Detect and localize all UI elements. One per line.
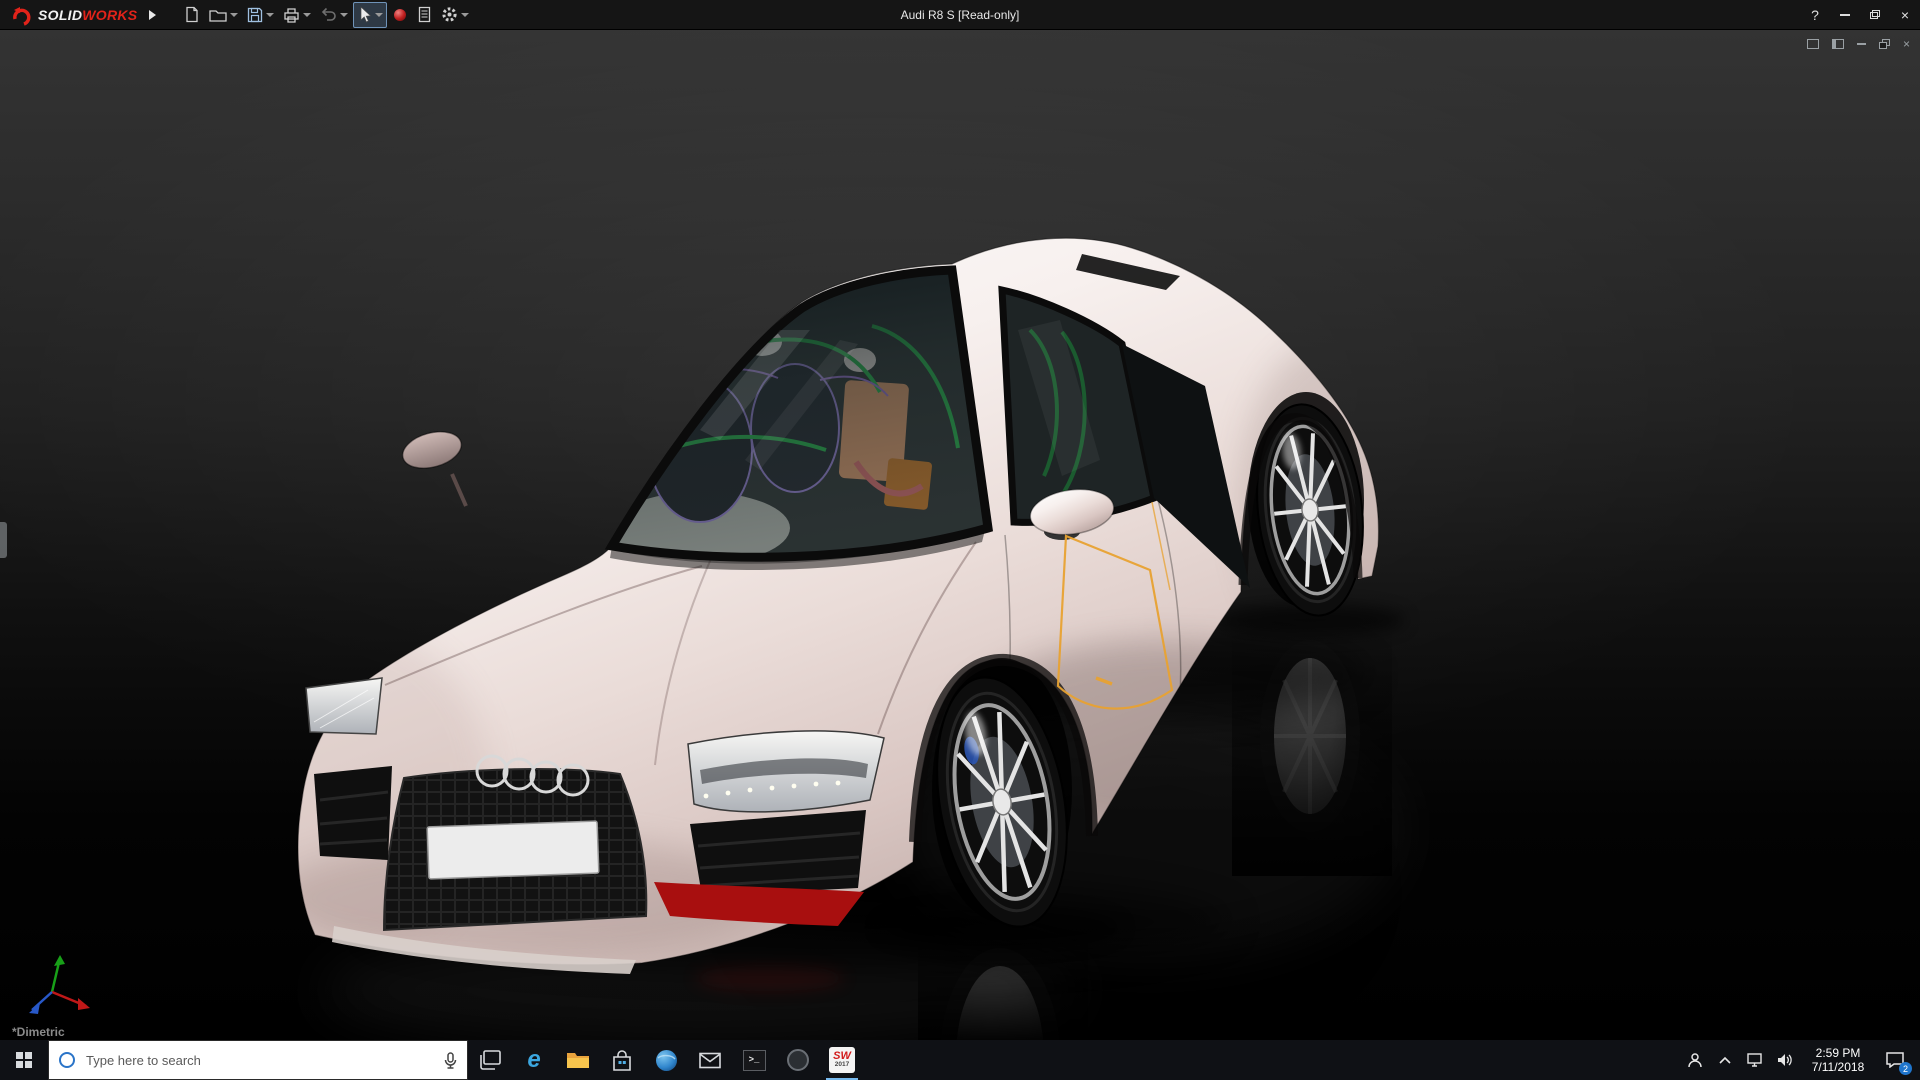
clock-date: 7/11/2018 [1812,1060,1865,1074]
orientation-triad [29,955,90,1014]
save-icon [247,7,263,23]
clock-time: 2:59 PM [1812,1046,1865,1060]
graphics-viewport[interactable]: × *Dimetric [0,30,1920,1040]
right-intake [690,810,866,896]
browser-button[interactable] [644,1040,688,1080]
3d-model-audi-r8[interactable] [0,30,1920,1040]
chevron-down-icon [303,13,311,17]
store-icon [612,1050,632,1071]
feature-manager-collapsed-tab[interactable] [0,522,7,558]
solidworks-2017-icon: SW 2017 [829,1047,855,1073]
help-button[interactable]: ? [1800,0,1830,30]
save-button[interactable] [243,2,278,28]
minimize-icon [1857,43,1866,45]
doc-minimize-button[interactable] [1857,36,1866,52]
split-window-button[interactable] [1832,36,1844,52]
restore-icon [1870,10,1880,19]
restore-icon [1879,39,1890,49]
titlebar-window-controls: ? × [1800,0,1920,30]
start-button[interactable] [0,1040,48,1080]
file-properties-icon [417,6,432,23]
restore-button[interactable] [1860,0,1890,30]
doc-restore-button[interactable] [1879,36,1890,52]
browser-icon [655,1049,678,1072]
file-properties-button[interactable] [413,2,436,28]
open-folder-icon [209,7,227,23]
select-tool-button[interactable] [353,2,387,28]
minimize-button[interactable] [1830,0,1860,30]
rebuild-icon [392,7,408,23]
chevron-right-icon [149,10,156,20]
solidworks-2017-button[interactable]: SW 2017 [820,1040,864,1080]
network-icon [1747,1053,1764,1067]
volume-button[interactable] [1770,1040,1800,1080]
minimize-icon [1840,14,1850,16]
undo-icon [320,7,337,22]
action-center-button[interactable]: 2 [1876,1040,1914,1080]
chevron-down-icon [375,13,383,17]
view-orientation-label: *Dimetric [12,1025,65,1039]
chevron-down-icon [266,13,274,17]
dassault-logo-icon [10,4,32,26]
quick-access-toolbar [179,2,473,28]
open-button[interactable] [205,2,242,28]
split-icon [1832,39,1844,49]
speaker-icon [1777,1053,1793,1067]
rebuild-button[interactable] [388,2,412,28]
print-icon [283,7,300,23]
terminal-icon: >_ [743,1050,766,1071]
tile-window-button[interactable] [1807,36,1819,52]
new-document-icon [183,6,200,23]
people-button[interactable] [1680,1040,1710,1080]
windows-logo-icon [16,1052,32,1068]
clock[interactable]: 2:59 PM 7/11/2018 [1800,1040,1876,1080]
print-button[interactable] [279,2,315,28]
terminal-button[interactable]: >_ [732,1040,776,1080]
task-view-icon [479,1050,501,1070]
cortana-icon [59,1052,75,1068]
system-tray: 2:59 PM 7/11/2018 2 [1680,1040,1920,1080]
microphone-icon[interactable] [444,1052,457,1069]
options-button[interactable] [437,2,473,28]
brand-text: SOLIDWORKS [38,7,137,23]
search-input[interactable] [84,1052,435,1069]
network-button[interactable] [1740,1040,1770,1080]
windows-taskbar: e >_ SW [0,1040,1920,1080]
document-title: Audi R8 S [Read-only] [901,0,1020,30]
solidworks-logo: SOLIDWORKS [0,4,143,26]
notification-badge: 2 [1899,1062,1912,1075]
left-headlight [306,678,382,734]
mail-icon [699,1052,721,1069]
titlebar: SOLIDWORKS [0,0,1920,30]
menu-expand-button[interactable] [143,4,161,26]
file-explorer-button[interactable] [556,1040,600,1080]
task-view-button[interactable] [468,1040,512,1080]
new-document-button[interactable] [179,2,204,28]
mail-button[interactable] [688,1040,732,1080]
edge-button[interactable]: e [512,1040,556,1080]
left-intake [314,766,392,860]
doc-close-button[interactable]: × [1903,36,1910,52]
chevron-down-icon [461,13,469,17]
tile-icon [1807,39,1819,49]
undo-button[interactable] [316,2,352,28]
chevron-down-icon [340,13,348,17]
select-cursor-icon [357,6,372,23]
close-button[interactable]: × [1890,0,1920,30]
app-button[interactable] [776,1040,820,1080]
document-window-controls: × [1807,36,1910,52]
taskbar-search[interactable] [48,1040,468,1080]
app-icon [787,1049,809,1071]
gear-icon [441,6,458,23]
hidden-icons-button[interactable] [1710,1040,1740,1080]
people-icon [1687,1052,1703,1068]
file-explorer-icon [566,1050,590,1070]
edge-icon: e [527,1048,540,1072]
store-button[interactable] [600,1040,644,1080]
chevron-down-icon [230,13,238,17]
chevron-up-icon [1719,1056,1731,1064]
